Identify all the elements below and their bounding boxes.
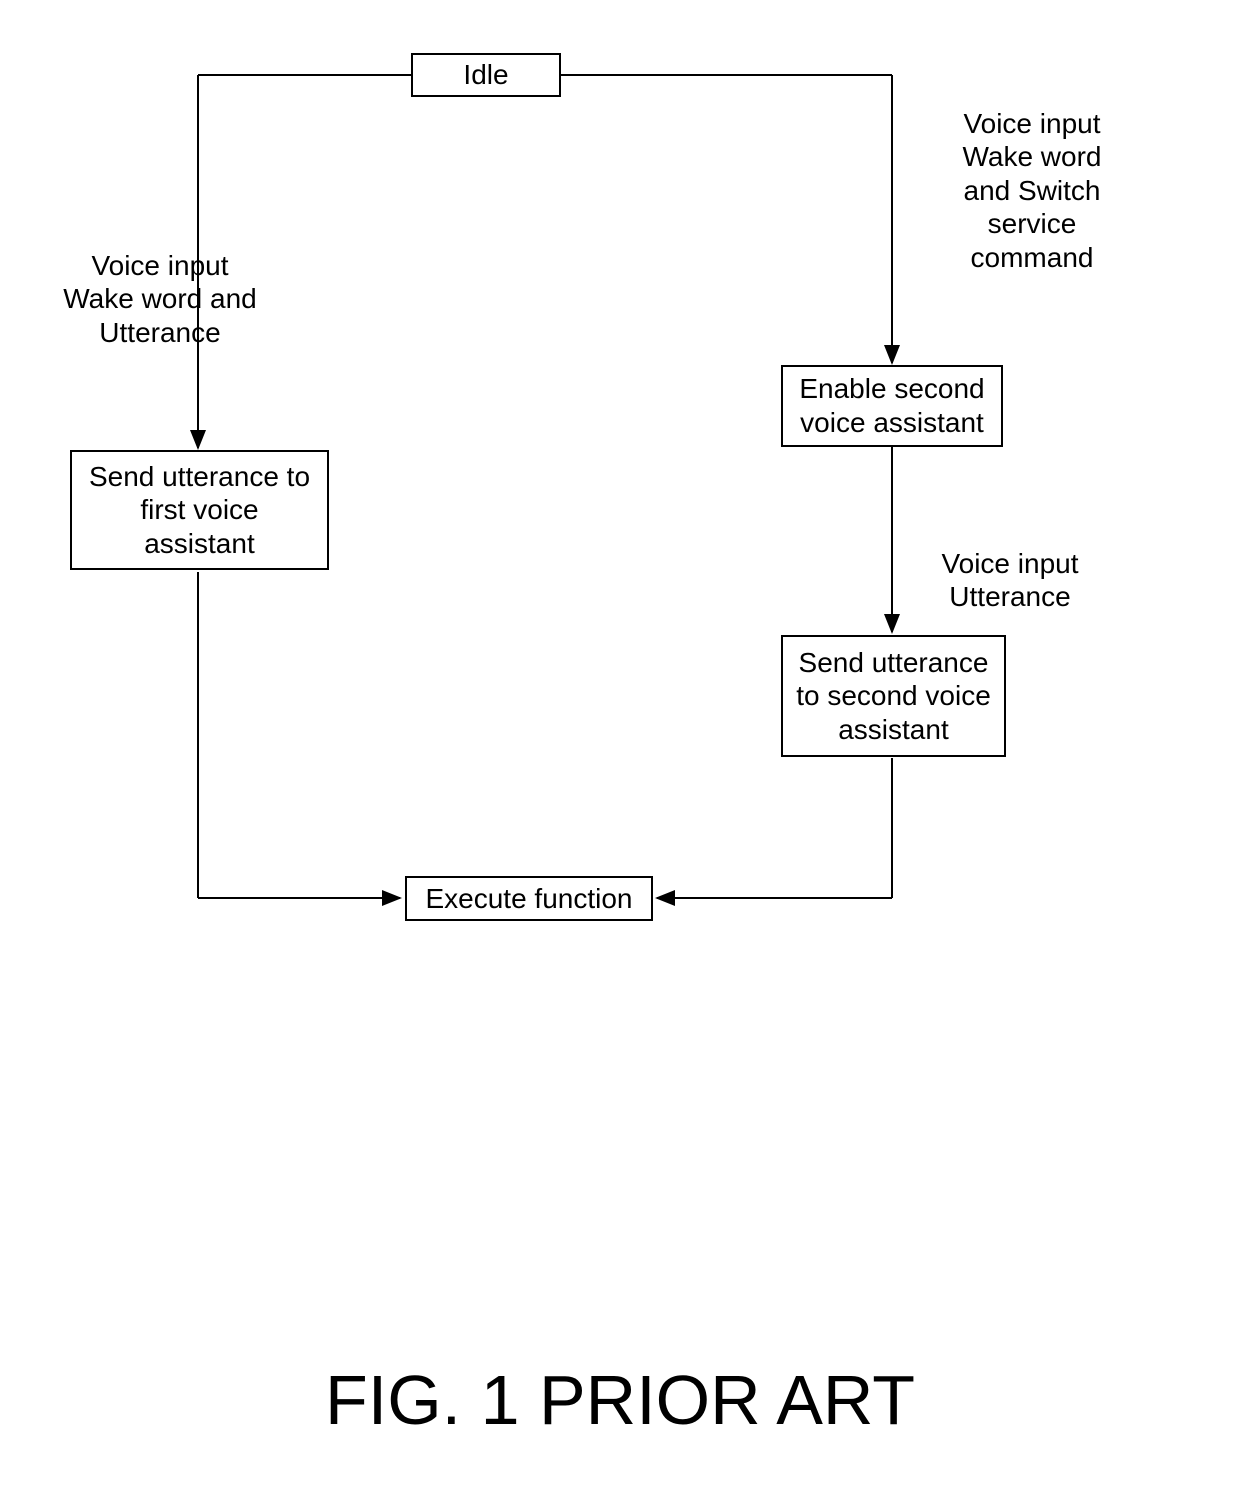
- box-send-second: Send utterance to second voice assistant: [781, 635, 1006, 757]
- box-send-second-text: Send utterance to second voice assistant: [796, 646, 991, 747]
- figure-caption-text: FIG. 1 PRIOR ART: [325, 1361, 915, 1439]
- box-send-first: Send utterance to first voice assistant: [70, 450, 329, 570]
- label-right-mid-edge: Voice input Utterance: [910, 513, 1110, 614]
- box-execute: Execute function: [405, 876, 653, 921]
- label-left-edge: Voice input Wake word and Utterance: [55, 215, 265, 349]
- box-idle-text: Idle: [463, 58, 508, 92]
- box-enable-second-text: Enable second voice assistant: [799, 372, 984, 439]
- box-idle: Idle: [411, 53, 561, 97]
- label-right-mid-edge-text: Voice input Utterance: [942, 548, 1079, 613]
- label-left-edge-text: Voice input Wake word and Utterance: [63, 250, 257, 348]
- figure-caption: FIG. 1 PRIOR ART: [0, 1360, 1240, 1440]
- label-right-top-edge-text: Voice input Wake word and Switch service…: [962, 108, 1101, 273]
- box-send-first-text: Send utterance to first voice assistant: [89, 460, 310, 561]
- box-execute-text: Execute function: [425, 882, 632, 916]
- diagram-container: Idle Send utterance to first voice assis…: [0, 0, 1240, 1498]
- label-right-top-edge: Voice input Wake word and Switch service…: [932, 73, 1132, 275]
- box-enable-second: Enable second voice assistant: [781, 365, 1003, 447]
